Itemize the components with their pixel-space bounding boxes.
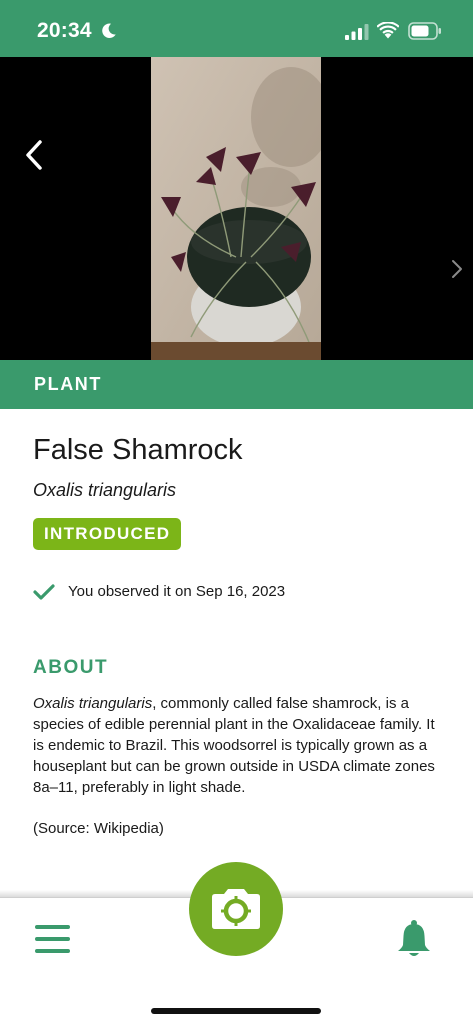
about-sci-term: Oxalis triangularis [33,695,153,712]
moon-icon [102,23,116,38]
source-link[interactable]: (Source: Wikipedia) [33,820,164,837]
camera-button[interactable] [189,862,283,956]
status-bar: 20:34 [0,0,473,57]
plant-photo [151,57,321,360]
about-text: Oxalis triangularis, commonly called fal… [33,693,443,798]
status-time: 20:34 [37,19,92,42]
wifi-icon [377,22,399,39]
scientific-name: Oxalis triangularis [33,480,177,500]
status-badge: INTRODUCED [33,518,182,550]
chevron-right-icon[interactable] [450,259,464,279]
common-name: False Shamrock [33,434,243,466]
signal-icon [345,24,369,40]
category-label: PLANT [34,374,102,394]
bell-icon[interactable] [396,919,432,959]
category-band: PLANT [0,360,473,409]
observation-text: You observed it on Sep 16, 2023 [68,583,286,600]
photo-viewer[interactable] [0,57,473,360]
home-indicator [151,1008,321,1014]
back-arrow-icon[interactable] [22,139,48,171]
camera-icon [212,889,260,929]
menu-icon[interactable] [35,923,70,955]
battery-icon [408,22,441,40]
about-heading: ABOUT [33,657,109,678]
checkmark-icon [33,584,55,600]
